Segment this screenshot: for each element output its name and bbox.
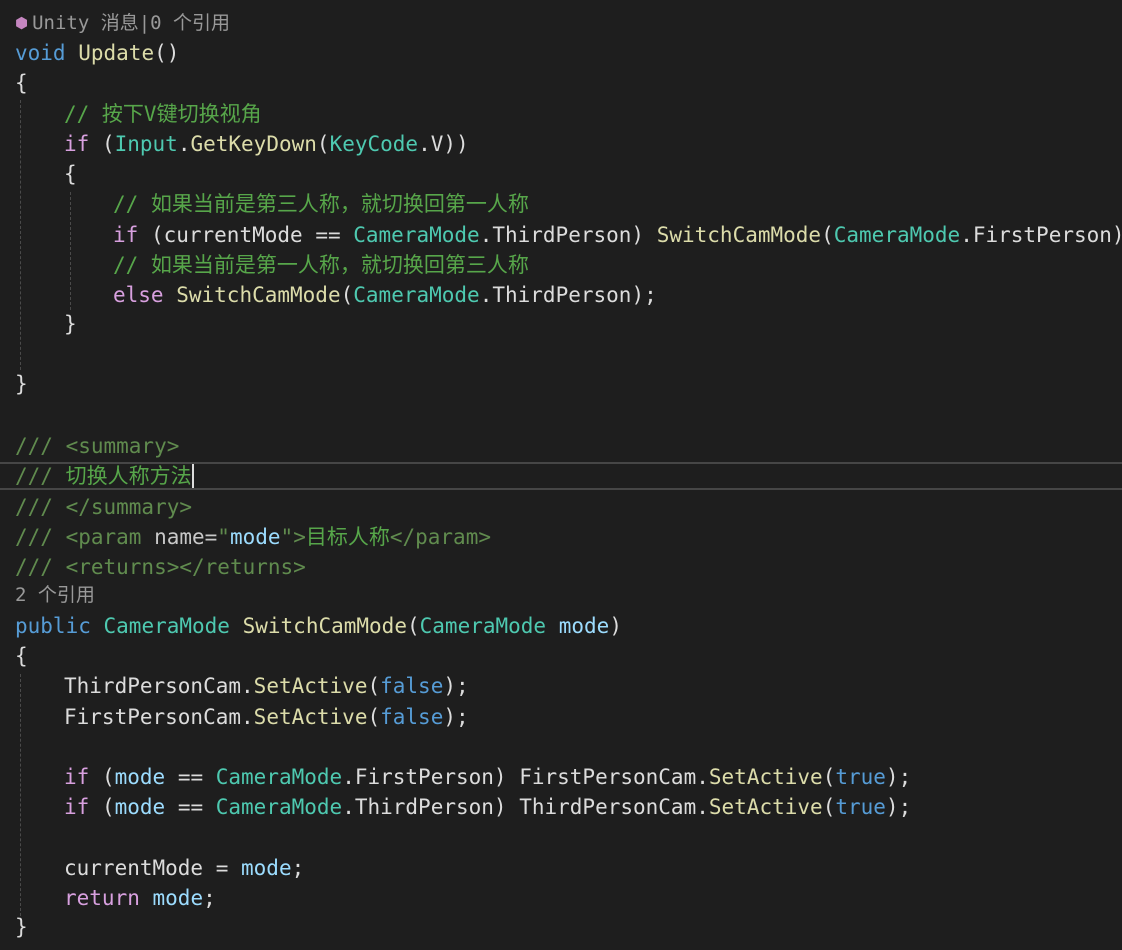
code-line-close-brace[interactable]: } — [15, 912, 28, 942]
code-comment-line[interactable]: // 按下V键切换视角 — [64, 99, 262, 129]
code-line-else[interactable]: else SwitchCamMode(CameraMode.ThirdPerso… — [113, 280, 657, 310]
indent-guide — [20, 100, 21, 370]
xml-doc-line[interactable]: /// <returns></returns> — [15, 552, 306, 582]
code-line-close-brace[interactable]: } — [15, 369, 28, 399]
code-line-open-brace[interactable]: { — [15, 641, 28, 671]
codelens-unity-message[interactable]: ⬢ Unity 消息|0 个引用 — [15, 8, 230, 38]
code-editor[interactable]: ⬢ Unity 消息|0 个引用 void Update() { // 按下V键切… — [0, 0, 1122, 950]
code-comment-line[interactable]: // 如果当前是第三人称，就切换回第一人称 — [113, 189, 529, 219]
xml-doc-line[interactable]: /// </summary> — [15, 492, 192, 522]
code-line-if-third-person[interactable]: if (mode == CameraMode.ThirdPerson) Thir… — [64, 792, 911, 822]
xml-doc-line[interactable]: /// <summary> — [15, 431, 179, 461]
indent-guide — [70, 192, 71, 310]
indent-guide — [20, 674, 21, 916]
code-line-open-brace[interactable]: { — [15, 68, 28, 98]
code-line-if-third-person[interactable]: if (currentMode == CameraMode.ThirdPerso… — [113, 220, 1122, 250]
code-line-setactive[interactable]: FirstPersonCam.SetActive(false); — [64, 702, 469, 732]
code-line-update-signature[interactable]: void Update() — [15, 38, 179, 68]
codelens-references[interactable]: 2 个引用 — [15, 580, 95, 610]
code-line-close-brace[interactable]: } — [64, 309, 77, 339]
text-cursor — [191, 464, 194, 488]
code-line-open-brace[interactable]: { — [64, 159, 77, 189]
unity-cube-icon: ⬢ — [15, 14, 29, 32]
code-line-assign-current-mode[interactable]: currentMode = mode; — [64, 853, 304, 883]
code-line-if-first-person[interactable]: if (mode == CameraMode.FirstPerson) Firs… — [64, 762, 911, 792]
xml-doc-line-current[interactable]: /// 切换人称方法 — [15, 461, 194, 491]
method-name: Update — [78, 41, 155, 65]
code-line-setactive[interactable]: ThirdPersonCam.SetActive(false); — [64, 671, 469, 701]
code-line-method-signature[interactable]: public CameraMode SwitchCamMode(CameraMo… — [15, 611, 622, 641]
code-line-if-getkeydown[interactable]: if (Input.GetKeyDown(KeyCode.V)) — [64, 129, 469, 159]
xml-doc-line[interactable]: /// <param name="mode">目标人称</param> — [15, 522, 491, 552]
code-comment-line[interactable]: // 如果当前是第一人称，就切换回第三人称 — [113, 250, 529, 280]
code-line-return[interactable]: return mode; — [64, 883, 216, 913]
